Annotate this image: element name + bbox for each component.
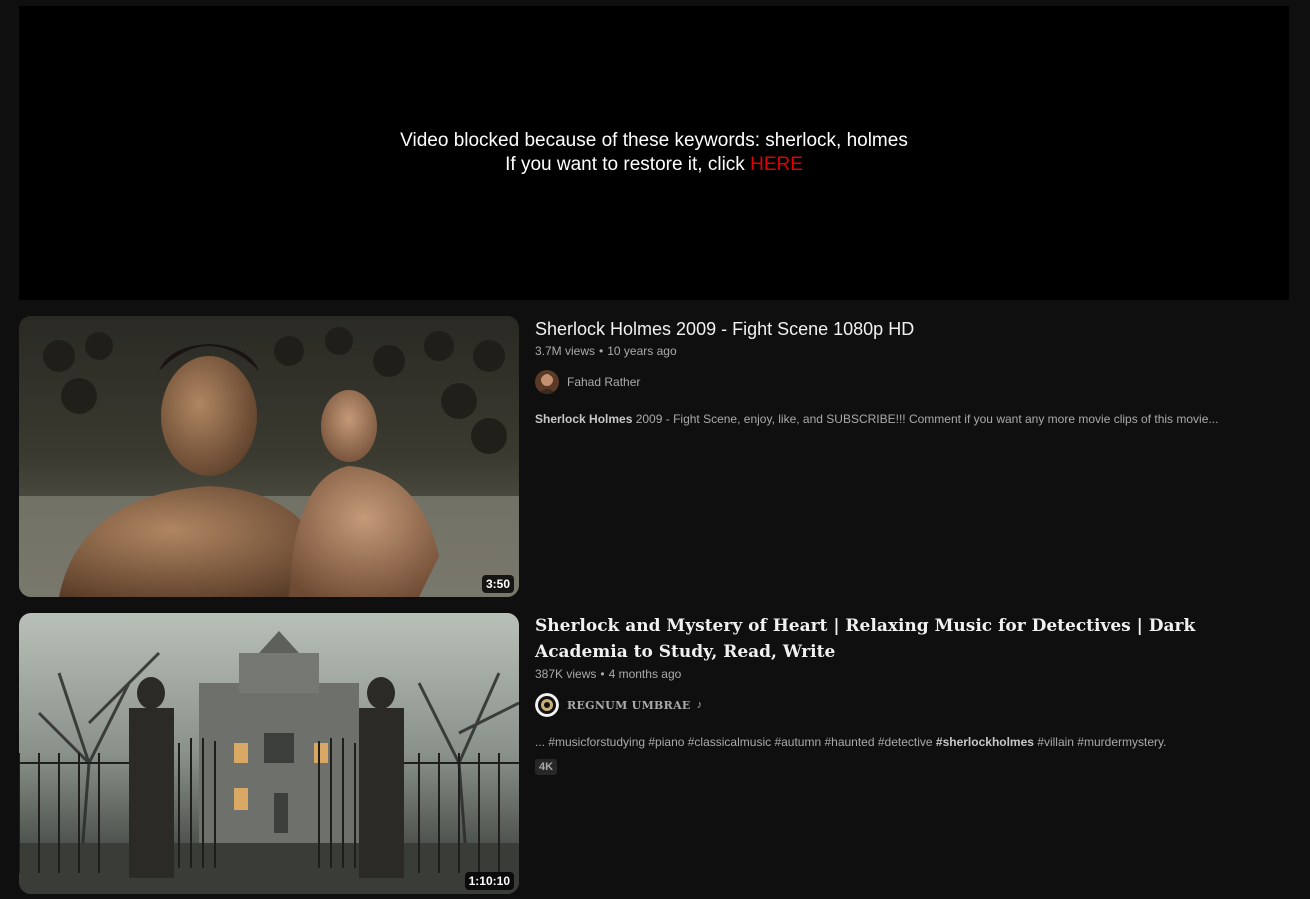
description-highlight: Sherlock Holmes: [535, 412, 633, 426]
channel-name[interactable]: Fahad Rather: [567, 375, 640, 389]
blocked-video-overlay: Video blocked because of these keywords:…: [19, 6, 1289, 300]
video-duration: 3:50: [481, 575, 514, 593]
music-note-icon: ♪: [696, 699, 703, 711]
video-duration: 1:10:10: [464, 872, 514, 890]
video-description: ... #musicforstudying #piano #classicalm…: [535, 733, 1225, 751]
video-meta: 387K views • 4 months ago: [535, 667, 1225, 681]
description-highlight: #sherlockholmes: [935, 735, 1034, 749]
channel-name[interactable]: REGNUM UMBRAE: [567, 699, 691, 712]
video-thumbnail[interactable]: 3:50: [19, 316, 519, 597]
video-info: Sherlock Holmes 2009 - Fight Scene 1080p…: [535, 316, 1225, 597]
channel-row[interactable]: Fahad Rather: [535, 370, 1225, 394]
description-text: 2009 - Fight Scene, enjoy, like, and SUB…: [632, 412, 1219, 426]
view-count: 387K views: [535, 667, 597, 681]
video-info: Sherlock and Mystery of Heart | Relaxing…: [535, 613, 1225, 894]
blocked-message: Video blocked because of these keywords:…: [400, 130, 908, 151]
restore-prompt: If you want to restore it, click: [505, 154, 751, 175]
restore-message: If you want to restore it, click HERE: [505, 153, 803, 177]
channel-avatar[interactable]: [535, 693, 559, 717]
thumbnail-image: [19, 613, 519, 894]
upload-age: 4 months ago: [608, 667, 682, 681]
video-title[interactable]: Sherlock and Mystery of Heart | Relaxing…: [535, 613, 1225, 665]
video-result[interactable]: 3:50 Sherlock Holmes 2009 - Fight Scene …: [19, 316, 1259, 597]
video-result[interactable]: 1:10:10 Sherlock and Mystery of Heart | …: [19, 613, 1259, 894]
description-text-end: #villain #murdermystery.: [1033, 735, 1167, 749]
channel-row[interactable]: REGNUM UMBRAE ♪: [535, 693, 1225, 717]
description-text: ... #musicforstudying #piano #classicalm…: [535, 735, 936, 749]
video-thumbnail[interactable]: 1:10:10: [19, 613, 519, 894]
separator-dot: •: [600, 667, 605, 681]
restore-link[interactable]: HERE: [750, 154, 803, 175]
quality-badge: 4K: [535, 759, 558, 775]
separator-dot: •: [599, 344, 604, 358]
thumbnail-image: [19, 316, 519, 597]
upload-age: 10 years ago: [607, 344, 677, 358]
video-meta: 3.7M views • 10 years ago: [535, 344, 1225, 358]
video-title[interactable]: Sherlock Holmes 2009 - Fight Scene 1080p…: [535, 316, 1225, 342]
video-description: Sherlock Holmes 2009 - Fight Scene, enjo…: [535, 410, 1225, 428]
channel-avatar[interactable]: [535, 370, 559, 394]
view-count: 3.7M views: [535, 344, 596, 358]
